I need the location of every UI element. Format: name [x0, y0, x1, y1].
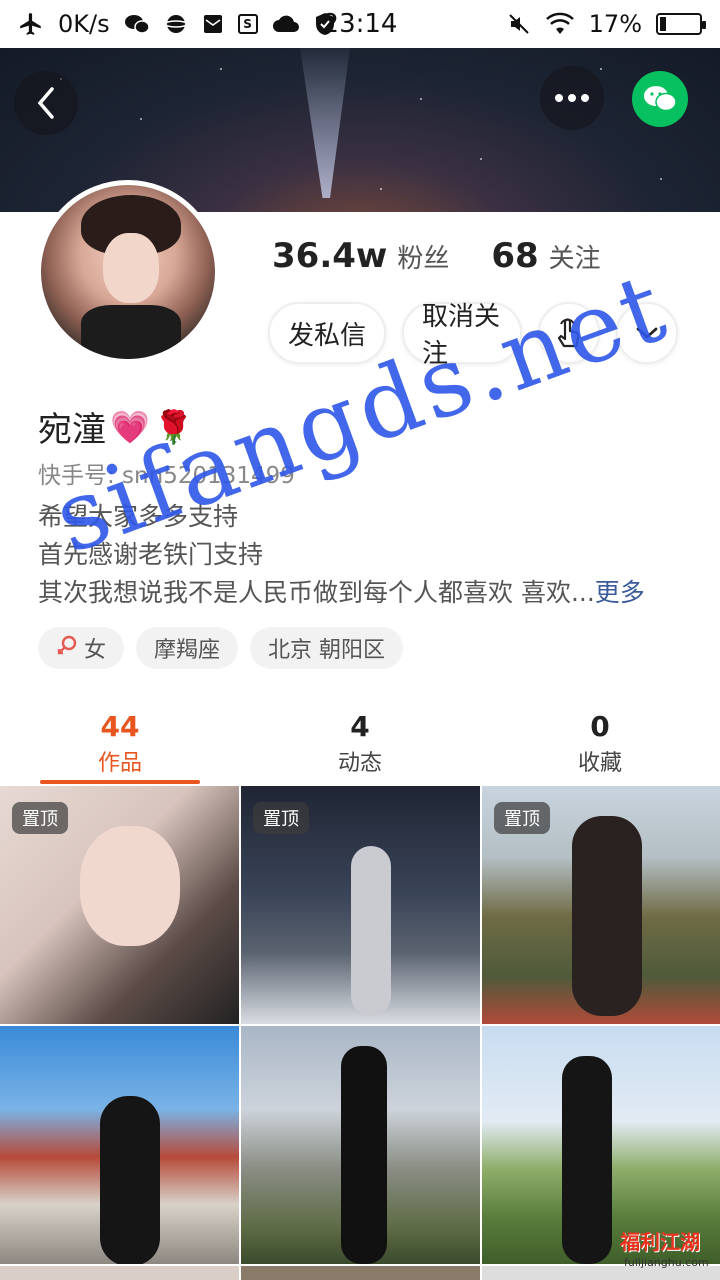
- star: [220, 68, 222, 70]
- star: [380, 188, 382, 190]
- bio-line-last: 其次我想说我不是人民币做到每个人都喜欢 喜欢...更多: [38, 574, 688, 612]
- tab-moments-label: 动态: [337, 750, 382, 776]
- status-bar: 0K/s S 23:14 17%: [0, 0, 720, 48]
- chevron-left-icon: [37, 87, 54, 119]
- tab-works-count: 44: [100, 709, 140, 743]
- tab-works-label: 作品: [97, 750, 142, 776]
- corner-watermark: 福利江湖: [620, 1230, 700, 1254]
- bio-more-link[interactable]: 更多: [595, 578, 645, 607]
- content-tabs: 44 作品 4 动态 0 收藏: [0, 700, 720, 786]
- more-button[interactable]: [540, 66, 604, 130]
- ellipsis-icon: [555, 94, 589, 102]
- airplane-icon: [18, 11, 44, 37]
- thumbnail-figure: [351, 846, 391, 1016]
- avatar-face: [103, 233, 159, 303]
- female-icon: [56, 634, 78, 662]
- corner-watermark-url: fulijianghu.com: [624, 1256, 709, 1269]
- avatar[interactable]: [36, 180, 220, 364]
- video-thumbnail[interactable]: [0, 1026, 239, 1264]
- tab-works[interactable]: 44 作品: [0, 700, 240, 786]
- thumbnail-figure: [572, 816, 642, 1016]
- battery-level: [660, 17, 666, 31]
- video-thumbnail[interactable]: 置顶: [0, 786, 239, 1024]
- mute-icon: [507, 12, 531, 36]
- thumbnail-figure: [80, 826, 180, 946]
- zodiac-tag: 摩羯座: [136, 627, 239, 669]
- name-text: 宛潼: [38, 410, 106, 450]
- following-count[interactable]: 68: [491, 236, 538, 276]
- video-grid: 置顶 置顶 置顶: [0, 786, 720, 1280]
- back-button[interactable]: [14, 71, 78, 135]
- pinned-badge: 置顶: [494, 802, 550, 834]
- thumbnail-figure: [100, 1096, 160, 1264]
- tags-row: 女 摩羯座 北京 朝阳区: [38, 627, 404, 669]
- video-thumbnail[interactable]: 置顶: [482, 786, 720, 1024]
- pinned-badge: 置顶: [12, 802, 68, 834]
- tab-favorites[interactable]: 0 收藏: [480, 700, 720, 786]
- thumbnail-figure: [341, 1046, 387, 1264]
- star: [420, 98, 422, 100]
- video-thumbnail[interactable]: [241, 1026, 480, 1264]
- video-thumbnail[interactable]: 置顶: [241, 786, 480, 1024]
- bio-line-text: 其次我想说我不是人民币做到每个人都喜欢 喜欢...: [38, 578, 595, 607]
- wechat-share-button[interactable]: [632, 71, 688, 127]
- status-left: 0K/s S: [18, 10, 336, 38]
- wechat-notification-icon: [124, 13, 150, 35]
- planet-icon: [163, 12, 188, 36]
- shield-icon: [314, 12, 336, 36]
- followers-label[interactable]: 粉丝: [397, 238, 449, 275]
- active-tab-indicator: [40, 780, 200, 784]
- tab-moments[interactable]: 4 动态: [240, 700, 480, 786]
- net-speed: 0K/s: [58, 10, 110, 38]
- stats-row: 36.4w 粉丝 68 关注: [272, 236, 633, 276]
- light-beam: [300, 48, 350, 198]
- gender-tag: 女: [38, 627, 125, 669]
- tab-favorites-label: 收藏: [577, 750, 622, 776]
- battery-percent: 17%: [588, 10, 642, 38]
- thumbnail-figure: [562, 1056, 612, 1264]
- battery-icon: [656, 13, 706, 35]
- star: [480, 158, 482, 160]
- wifi-icon: [545, 12, 575, 36]
- tab-moments-count: 4: [350, 709, 370, 743]
- status-right: 17%: [507, 10, 706, 38]
- mail-icon: [202, 13, 224, 35]
- tab-favorites-count: 0: [590, 709, 610, 743]
- avatar-top: [81, 305, 181, 359]
- cloud-icon: [272, 14, 300, 34]
- star: [660, 178, 662, 180]
- star: [140, 118, 142, 120]
- gender-text: 女: [84, 638, 107, 663]
- wechat-icon: [644, 86, 677, 112]
- followers-count[interactable]: 36.4w: [272, 236, 387, 276]
- pinned-badge: 置顶: [253, 802, 309, 834]
- video-thumbnail[interactable]: [241, 1266, 480, 1280]
- s-app-icon: S: [237, 14, 258, 34]
- location-tag: 北京 朝阳区: [250, 627, 404, 669]
- star: [600, 68, 602, 70]
- video-thumbnail[interactable]: [0, 1266, 239, 1280]
